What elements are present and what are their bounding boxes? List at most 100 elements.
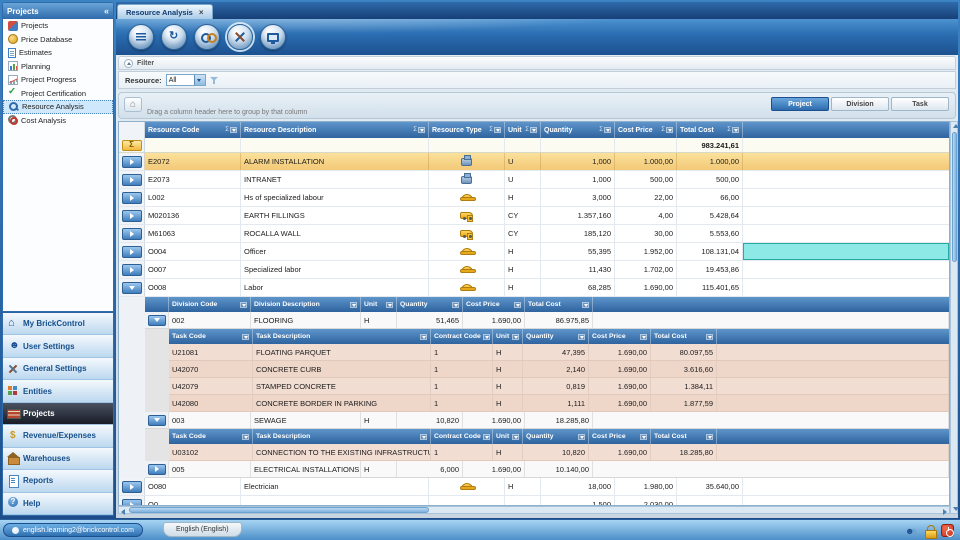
column-header-total-cost[interactable]: Total Cost: [525, 297, 593, 312]
resource-row-o008[interactable]: O008LaborH68,2851.690,00115.401,65: [119, 279, 949, 297]
sidebar-item-estimates[interactable]: Estimates: [3, 46, 113, 60]
nav-item-projects[interactable]: Projects: [3, 403, 113, 425]
column-header-total-cost[interactable]: Total Cost: [651, 429, 717, 444]
filter-funnel-icon[interactable]: [350, 302, 357, 308]
resource-select[interactable]: All: [166, 74, 206, 86]
scroll-down-icon[interactable]: [953, 507, 959, 511]
column-header-contract-code[interactable]: Contract Code: [431, 329, 493, 344]
tab-resource-analysis[interactable]: Resource Analysis ×: [117, 4, 213, 19]
account-pill[interactable]: english.learning2@brickcontrol.com: [3, 523, 143, 537]
filter-funnel-icon[interactable]: [483, 434, 490, 440]
row-expander-button[interactable]: [122, 481, 142, 493]
filter-funnel-icon[interactable]: [420, 434, 427, 440]
filter-funnel-icon[interactable]: [604, 127, 611, 133]
column-header-division-code[interactable]: Division Code: [169, 297, 251, 312]
scroll-right-icon[interactable]: [943, 509, 947, 515]
row-expander-button[interactable]: [148, 315, 166, 326]
row-expander-button[interactable]: [122, 210, 142, 222]
task-row-u03102[interactable]: U03102CONNECTION TO THE EXISTING INFRAST…: [169, 444, 949, 461]
filter-funnel-icon[interactable]: [242, 334, 249, 340]
screen-button[interactable]: [260, 24, 286, 50]
column-header-quantity[interactable]: QuantityΣ: [541, 122, 615, 138]
column-header-quantity[interactable]: Quantity: [523, 329, 589, 344]
filter-funnel-icon[interactable]: [512, 434, 519, 440]
column-header-cost-price[interactable]: Cost Price: [463, 297, 525, 312]
division-row-003[interactable]: 003SEWAGEH10,8201.690,0018.285,80: [145, 412, 949, 429]
column-header-quantity[interactable]: Quantity: [523, 429, 589, 444]
column-header-quantity[interactable]: Quantity: [397, 297, 463, 312]
row-expander-button[interactable]: [148, 464, 166, 475]
task-row-u42080[interactable]: U42080CONCRETE BORDER IN PARKING1H1,1111…: [169, 395, 949, 412]
nav-item-entities[interactable]: Entities: [3, 380, 113, 402]
nav-item-my-brickcontrol[interactable]: My BrickControl: [3, 313, 113, 335]
filter-funnel-icon[interactable]: [530, 127, 537, 133]
filter-funnel-icon[interactable]: [452, 302, 459, 308]
resource-row-m61063[interactable]: M61063ROCALLA WALLCY185,12030,005.553,60: [119, 225, 949, 243]
summary-icon[interactable]: Σ: [599, 127, 603, 133]
nav-item-reports[interactable]: Reports: [3, 470, 113, 492]
users-icon[interactable]: ☻: [905, 525, 919, 537]
summary-icon[interactable]: Σ: [661, 127, 665, 133]
column-header-task-description[interactable]: Task Description: [253, 329, 431, 344]
logout-icon[interactable]: [941, 524, 954, 537]
resource-row-o0[interactable]: O01,5002.030,00: [119, 496, 949, 506]
language-selector[interactable]: English (English): [163, 522, 242, 537]
vertical-scrollbar[interactable]: [950, 121, 958, 514]
summary-icon[interactable]: Σ: [489, 127, 493, 133]
sidebar-item-planning[interactable]: Planning: [3, 60, 113, 74]
resource-row-o004[interactable]: O004OfficerH55,3951.952,00108.131,04: [119, 243, 949, 261]
filter-funnel-icon[interactable]: [706, 434, 713, 440]
filter-funnel-icon[interactable]: [386, 302, 393, 308]
scroll-up-icon[interactable]: [953, 124, 959, 128]
scroll-left-icon[interactable]: [121, 509, 125, 515]
filter-funnel-icon[interactable]: [483, 334, 490, 340]
tools-button[interactable]: [227, 24, 253, 50]
resource-row-e2073[interactable]: E2073INTRANETU1,000500,00500,00: [119, 171, 949, 189]
column-header-unit[interactable]: Unit: [493, 429, 523, 444]
row-expander-button[interactable]: [122, 264, 142, 276]
resource-row-m020136[interactable]: M020136EARTH FILLINGSCY1.357,1604,005.42…: [119, 207, 949, 225]
filter-funnel-icon[interactable]: [242, 434, 249, 440]
resource-filter-icon[interactable]: [210, 76, 219, 85]
resource-row-o080[interactable]: O080ElectricianH18,0001.980,0035.640,00: [119, 478, 949, 496]
filter-funnel-icon[interactable]: [666, 127, 673, 133]
filter-funnel-icon[interactable]: [582, 302, 589, 308]
nav-item-user-settings[interactable]: User Settings: [3, 335, 113, 357]
sidebar-item-resource-analysis[interactable]: Resource Analysis: [3, 100, 113, 114]
resource-row-l002[interactable]: L002Hs of specialized labourH3,00022,006…: [119, 189, 949, 207]
filter-funnel-icon[interactable]: [640, 334, 647, 340]
task-row-u42070[interactable]: U42070CONCRETE CURB1H2,1401.690,003.616,…: [169, 361, 949, 378]
home-button[interactable]: ⌂: [124, 97, 142, 112]
resource-row-e2072[interactable]: E2072ALARM INSTALLATIONU1,0001.000,001.0…: [119, 153, 949, 171]
column-header-unit[interactable]: Unit: [493, 329, 523, 344]
division-row-005[interactable]: 005ELECTRICAL INSTALLATIONSH6,0001.690,0…: [145, 461, 949, 478]
column-header-resource-code[interactable]: Resource CodeΣ: [145, 122, 241, 138]
row-expander-button[interactable]: [122, 228, 142, 240]
list-button[interactable]: [128, 24, 154, 50]
nav-item-warehouses[interactable]: Warehouses: [3, 448, 113, 470]
link-button[interactable]: [194, 24, 220, 50]
column-header-total-cost[interactable]: Total Cost: [651, 329, 717, 344]
resource-row-o007[interactable]: O007Specialized laborH11,4301.702,0019.4…: [119, 261, 949, 279]
column-header-total-cost[interactable]: Total CostΣ: [677, 122, 743, 138]
vertical-scroll-thumb[interactable]: [952, 132, 957, 262]
filter-funnel-icon[interactable]: [732, 127, 739, 133]
filter-funnel-icon[interactable]: [240, 302, 247, 308]
row-expander-button[interactable]: [148, 415, 166, 426]
column-header-task-code[interactable]: Task Code: [169, 429, 253, 444]
filter-panel-header[interactable]: Filter: [118, 56, 956, 70]
view-tab-task[interactable]: Task: [891, 97, 949, 111]
column-header-unit[interactable]: UnitΣ: [505, 122, 541, 138]
column-header-cost-price[interactable]: Cost Price: [589, 429, 651, 444]
summary-icon[interactable]: Σ: [727, 127, 731, 133]
filter-funnel-icon[interactable]: [512, 334, 519, 340]
row-expander-button[interactable]: [122, 499, 142, 507]
filter-funnel-icon[interactable]: [418, 127, 425, 133]
column-header-cost-price[interactable]: Cost Price: [589, 329, 651, 344]
column-header-cost-price[interactable]: Cost PriceΣ: [615, 122, 677, 138]
summary-icon[interactable]: Σ: [225, 127, 229, 133]
summary-icon[interactable]: Σ: [413, 127, 417, 133]
view-tab-project[interactable]: Project: [771, 97, 829, 111]
filter-funnel-icon[interactable]: [420, 334, 427, 340]
refresh-button[interactable]: [161, 24, 187, 50]
